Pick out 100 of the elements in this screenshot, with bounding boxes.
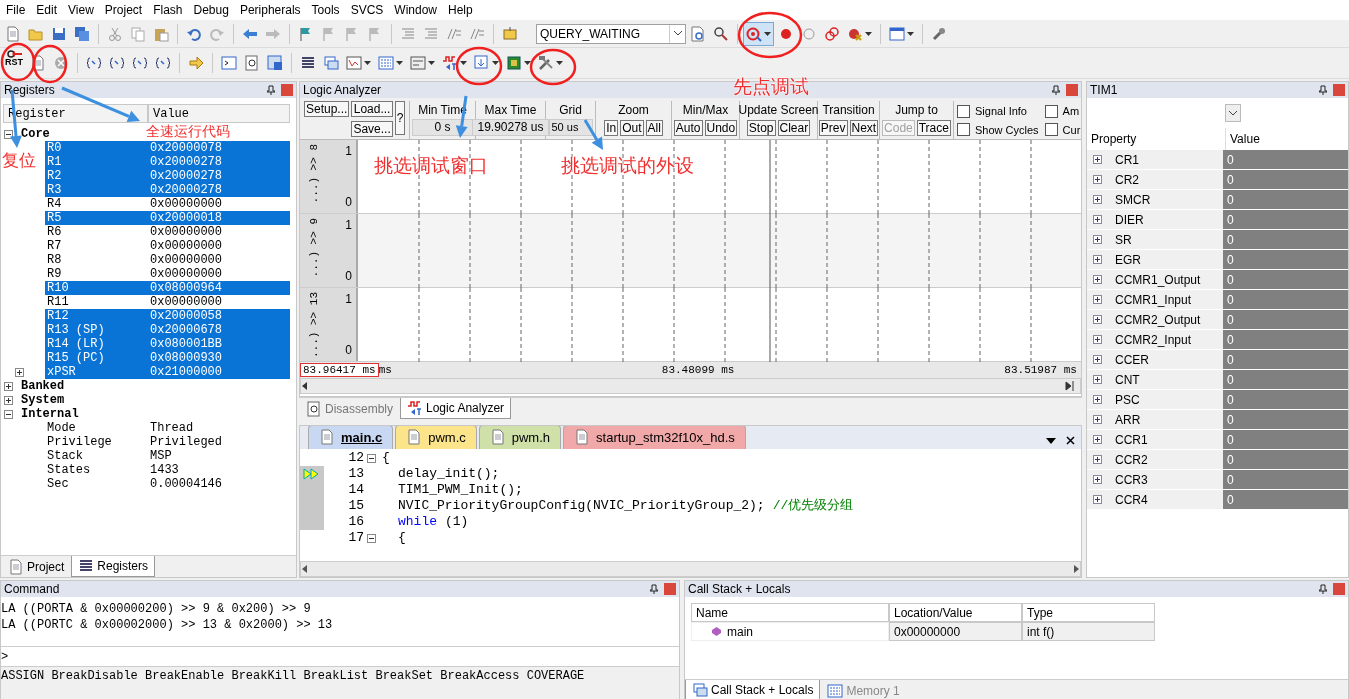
register-row[interactable]: R2 0x20000278: [45, 169, 290, 183]
dropdown-button[interactable]: [1224, 104, 1241, 122]
register-value: 0x00000000: [150, 253, 222, 267]
register-row[interactable]: R5 0x20000018: [45, 211, 290, 225]
analyzer-button[interactable]: Prev: [818, 120, 848, 136]
panel-tab[interactable]: Registers: [71, 556, 156, 577]
highlight-circle: [0, 42, 36, 82]
analyzer-button[interactable]: Load...: [351, 101, 393, 117]
register-row[interactable]: R6 0x00000000: [45, 225, 290, 239]
toolbox-icon: [538, 55, 554, 71]
property-name: CCR4: [1115, 491, 1148, 509]
cut-icon: [107, 25, 123, 42]
register-row[interactable]: Stack MSP: [45, 449, 290, 463]
register-row[interactable]: R0 0x20000078: [45, 141, 290, 155]
register-row[interactable]: Mode Thread: [45, 421, 290, 435]
target-dropdown[interactable]: QUERY_WAITING: [536, 23, 686, 44]
analyzer-button[interactable]: Setup...: [304, 101, 350, 117]
show-next-statement-icon: [188, 55, 204, 71]
help-button[interactable]: ?: [394, 101, 406, 135]
code-line: {: [397, 529, 406, 548]
expand-icon: [1093, 335, 1102, 344]
property-name: SMCR: [1115, 191, 1151, 209]
register-row[interactable]: R14 (LR) 0x080001BB: [45, 337, 290, 351]
view-tab[interactable]: Disassembly: [299, 398, 400, 419]
register-row[interactable]: R7 0x00000000: [45, 239, 290, 253]
register-row[interactable]: R11 0x00000000: [45, 295, 290, 309]
menu-item[interactable]: Peripherals: [235, 1, 308, 19]
analyzer-button[interactable]: Stop: [746, 120, 776, 136]
analyzer-button[interactable]: Clear: [777, 120, 811, 136]
view-tab[interactable]: Logic Analyzer: [400, 398, 512, 419]
register-name: R15 (PC): [46, 351, 106, 365]
horizontal-scrollbar[interactable]: [300, 378, 1081, 394]
menu-item[interactable]: View: [64, 1, 101, 19]
column-header[interactable]: Value: [148, 104, 290, 123]
reset-button[interactable]: RST: [2, 49, 26, 77]
analyzer-button[interactable]: In: [604, 120, 619, 136]
register-row[interactable]: R12 0x20000058: [45, 309, 290, 323]
panel-tab[interactable]: Call Stack + Locals: [685, 680, 821, 699]
menu-item[interactable]: Tools: [307, 1, 347, 19]
register-row[interactable]: R3 0x20000278: [45, 183, 290, 197]
column-header[interactable]: Location/Value: [889, 603, 1022, 622]
checkbox-option[interactable]: Show Cycles: [957, 121, 1039, 138]
analyzer-button[interactable]: Trace: [916, 120, 951, 136]
register-row[interactable]: R1 0x20000278: [45, 155, 290, 169]
analyzer-button[interactable]: Save...: [351, 121, 393, 137]
analyzer-button[interactable]: All: [645, 120, 663, 136]
register-row[interactable]: R10 0x08000964: [45, 281, 290, 295]
file-tab[interactable]: pwm.c: [395, 426, 477, 449]
file-icon: [489, 429, 506, 446]
file-tab[interactable]: startup_stm32f10x_hd.s: [563, 426, 746, 449]
checkbox-option[interactable]: Am: [1044, 103, 1080, 120]
property-value: 0: [1223, 310, 1348, 329]
register-row[interactable]: R15 (PC) 0x08000930: [45, 351, 290, 365]
file-tab[interactable]: main.c: [308, 426, 394, 449]
annotation-text: 全速运行代码: [146, 124, 230, 138]
register-row[interactable]: xPSR 0x21000000: [45, 365, 290, 379]
property-value: 0: [1223, 250, 1348, 269]
target-options-icon: [502, 25, 518, 42]
analyzer-button[interactable]: Undo: [704, 120, 738, 136]
menu-item[interactable]: File: [2, 1, 33, 19]
group-label: Min/Max: [682, 102, 729, 119]
register-row[interactable]: Privilege Privileged: [45, 435, 290, 449]
trace-window-icon: [474, 55, 490, 71]
menu-item[interactable]: Project: [100, 1, 150, 19]
file-icon: [319, 429, 335, 446]
column-header[interactable]: Name: [691, 603, 889, 622]
menu-item[interactable]: Window: [390, 1, 444, 19]
register-name: R1: [46, 155, 63, 169]
panel-tab[interactable]: Project: [1, 556, 72, 577]
register-name: R13 (SP): [46, 323, 106, 337]
analyzer-button[interactable]: Auto: [673, 120, 703, 136]
property-value: 0: [1223, 390, 1348, 409]
file-tab[interactable]: pwm.h: [478, 426, 562, 449]
checkbox-option[interactable]: Cur: [1044, 121, 1081, 138]
menu-item[interactable]: Flash: [149, 1, 190, 19]
register-value: 0x20000278: [150, 169, 222, 183]
horizontal-scrollbar[interactable]: [300, 561, 1081, 577]
menu-item[interactable]: SVCS: [346, 1, 391, 19]
register-row[interactable]: Sec 0.00004146: [45, 477, 290, 491]
register-row[interactable]: R13 (SP) 0x20000678: [45, 323, 290, 337]
menu-item[interactable]: Debug: [189, 1, 236, 19]
analyzer-button[interactable]: Next: [849, 120, 879, 136]
expand-icon: [1093, 435, 1102, 444]
register-name: Core: [20, 127, 51, 141]
checkbox-option[interactable]: Signal Info: [957, 103, 1027, 120]
register-name: R8: [46, 253, 63, 267]
menu-item[interactable]: Edit: [32, 1, 65, 19]
column-header[interactable]: Type: [1022, 603, 1155, 622]
analyzer-button[interactable]: Out: [620, 120, 644, 136]
menu-item[interactable]: Help: [444, 1, 480, 19]
register-row[interactable]: States 1433: [45, 463, 290, 477]
register-row[interactable]: R9 0x00000000: [45, 267, 290, 281]
debug-button[interactable]: [743, 21, 774, 46]
signal-name: ...) >> 9: [307, 218, 321, 278]
expand-icon: [1093, 295, 1102, 304]
register-row[interactable]: R8 0x00000000: [45, 253, 290, 267]
run-to-cursor-icon: [155, 55, 171, 71]
level-label: 1: [345, 217, 352, 234]
register-value: 0x00000000: [150, 197, 222, 211]
register-row[interactable]: R4 0x00000000: [45, 197, 290, 211]
